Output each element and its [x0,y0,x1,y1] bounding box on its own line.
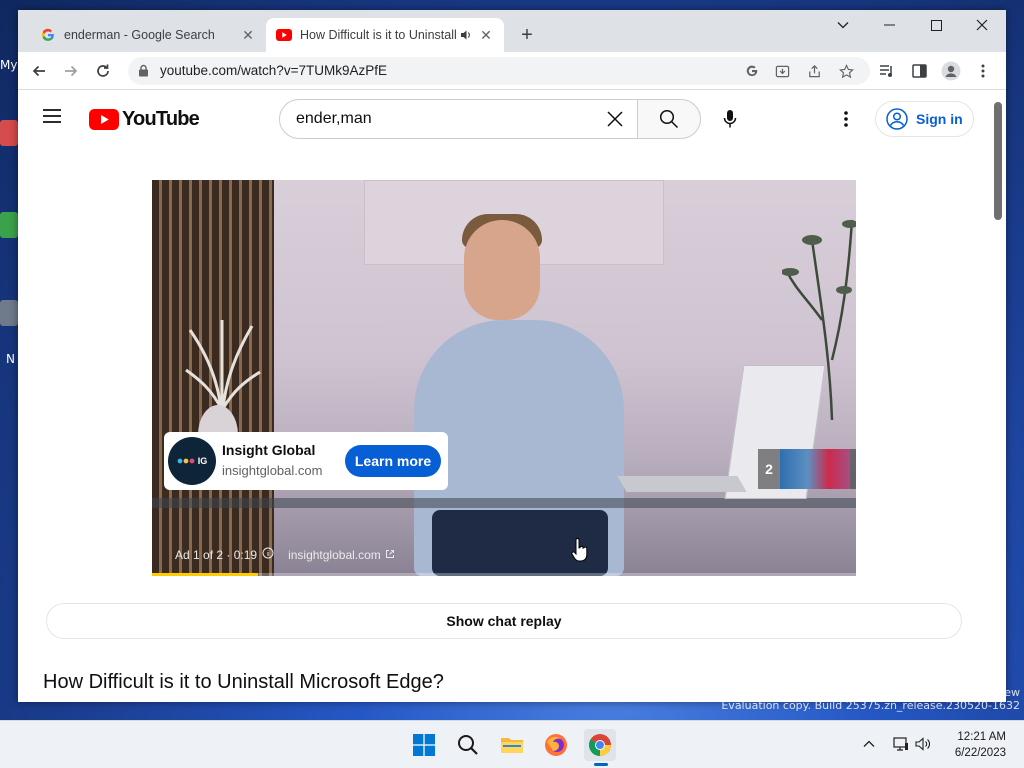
watermark-line: Evaluation copy. Build 25375.zn_release.… [721,699,1020,712]
ad-overlay-card[interactable]: IG Insight Global insightglobal.com Lear… [164,432,448,490]
tab-search-chevron-icon[interactable] [820,10,866,40]
clock-time: 12:21 AM [957,731,1006,743]
url-text[interactable]: youtube.com/watch?v=7TUMk9AzPfE [160,63,387,78]
desktop-icon-label: N [6,352,15,366]
youtube-page: YouTube ender,man Sign in IG Insight Glo… [18,91,1006,702]
show-hidden-icons-chevron-icon[interactable] [860,735,878,753]
sign-in-button[interactable]: Sign in [875,101,974,137]
tab-close-icon[interactable]: ✕ [240,27,256,43]
profile-avatar-icon[interactable] [938,58,964,84]
desktop-icon-label: My [0,58,18,72]
tab-youtube-video[interactable]: How Difficult is it to Uninstall ✕ [266,18,504,52]
search-icon[interactable] [452,729,484,761]
volume-icon[interactable] [914,735,932,753]
advertiser-logo-dots-icon [177,458,195,464]
video-frame-decor [617,476,747,492]
chrome-window: enderman - Google Search ✕ How Difficult… [18,10,1006,702]
next-ad-count: 2 [765,461,773,477]
youtube-play-icon [89,108,119,130]
tab-title: enderman - Google Search [64,28,215,42]
tab-close-icon[interactable]: ✕ [478,27,494,43]
account-icon [886,108,908,130]
lock-icon[interactable] [138,64,149,82]
active-app-indicator [594,763,608,766]
advertiser-name[interactable]: Insight Global [222,442,315,458]
ad-domain-link[interactable]: insightglobal.com [288,548,381,562]
desktop-icon[interactable] [0,120,18,146]
search-button[interactable] [637,99,701,139]
next-ad-thumbnail [780,449,850,489]
close-window-button[interactable] [959,10,1005,40]
advertiser-logo-text: IG [197,456,208,466]
desktop-icon[interactable] [0,300,18,326]
file-explorer-icon[interactable] [496,729,528,761]
learn-more-button[interactable]: Learn more [345,445,441,477]
settings-menu-icon[interactable] [834,107,858,131]
hamburger-menu-icon[interactable] [42,108,66,130]
sign-in-label: Sign in [916,111,963,127]
address-bar[interactable]: youtube.com/watch?v=7TUMk9AzPfE [128,57,870,85]
forward-button[interactable] [58,58,84,84]
scrollbar-thumb[interactable] [994,102,1002,220]
ad-info-bar: Ad 1 of 2 · 0:19 insightglobal.com [175,547,395,562]
clock-date: 6/22/2023 [954,747,1006,759]
search-icon [659,109,679,129]
speaker-icon[interactable] [460,29,474,41]
video-frame-decor [152,498,856,508]
youtube-header: YouTube ender,man Sign in [18,91,990,147]
ad-progress-fill [152,573,258,576]
back-button[interactable] [26,58,52,84]
ad-position-text: Ad 1 of 2 · 0:19 [175,547,258,562]
reload-button[interactable] [90,58,116,84]
windows-evaluation-watermark: ew Evaluation copy. Build 25375.zn_relea… [721,686,1020,712]
install-app-icon[interactable] [772,61,792,81]
start-icon[interactable] [408,729,440,761]
advertiser-domain[interactable]: insightglobal.com [222,463,322,478]
video-frame-decor [185,320,261,420]
video-player[interactable]: IG Insight Global insightglobal.com Lear… [152,180,856,576]
maximize-button[interactable] [913,10,959,40]
share-icon[interactable] [804,61,824,81]
system-clock[interactable]: 12:21 AM 6/22/2023 [946,729,1006,761]
clear-search-icon[interactable] [605,109,625,129]
voice-search-button[interactable] [710,99,750,139]
hand-pointer-cursor-icon [571,538,588,562]
chrome-icon[interactable] [584,729,616,761]
video-title: How Difficult is it to Uninstall Microso… [43,671,444,693]
bookmark-star-icon[interactable] [836,61,856,81]
youtube-logo-text: YouTube [122,107,200,130]
side-panel-icon[interactable] [906,58,932,84]
windows-taskbar: 12:21 AM 6/22/2023 [0,720,1024,768]
show-chat-replay-button[interactable]: Show chat replay [46,603,962,639]
ad-progress-bar[interactable] [152,573,856,576]
advertiser-logo[interactable]: IG [168,437,216,485]
next-ad-preview[interactable]: 2 [758,449,856,489]
desktop-icon[interactable] [0,212,18,238]
youtube-icon [276,27,292,43]
minimize-button[interactable] [866,10,912,40]
youtube-logo[interactable]: YouTube [89,107,200,131]
google-translate-icon[interactable] [742,61,762,81]
watermark-line: ew [1004,686,1020,699]
firefox-icon[interactable] [540,729,572,761]
google-g-icon [40,27,56,43]
tab-title: How Difficult is it to Uninstall [300,28,456,42]
tab-google-search[interactable]: enderman - Google Search ✕ [30,18,266,52]
new-tab-button[interactable]: + [516,24,538,46]
chrome-menu-icon[interactable] [970,58,996,84]
video-frame-person [464,220,540,320]
browser-toolbar: youtube.com/watch?v=7TUMk9AzPfE [18,52,1006,90]
search-input-value: ender,man [296,110,372,127]
tab-strip: enderman - Google Search ✕ How Difficult… [18,10,1006,52]
media-controls-icon[interactable] [874,58,900,84]
microphone-icon [723,110,737,128]
network-icon[interactable] [892,735,910,753]
info-icon[interactable] [262,547,274,562]
external-link-icon[interactable] [385,548,395,562]
search-input[interactable]: ender,man [279,99,638,139]
